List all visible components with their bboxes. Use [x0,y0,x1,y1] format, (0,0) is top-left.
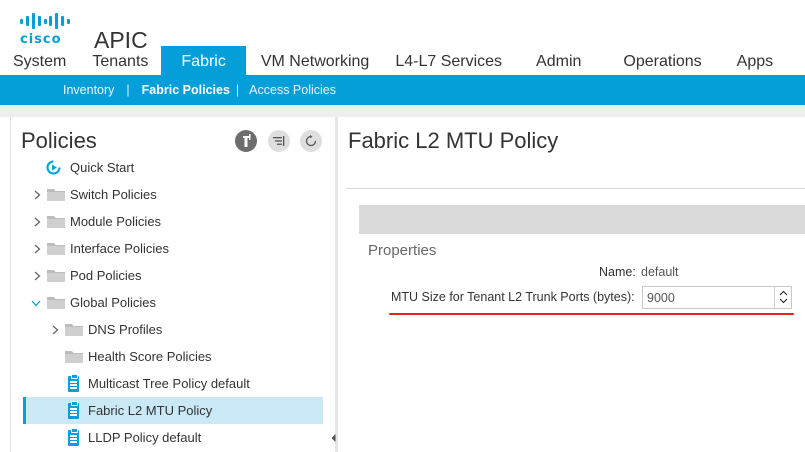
cisco-logo-bars [20,11,70,31]
main-nav: System Tenants Fabric VM Networking L4-L… [0,46,787,75]
tree-item-label: Interface Policies [70,241,169,256]
app-header: cisco APIC System Tenants Fabric VM Netw… [0,0,805,75]
mtu-size-stepper[interactable] [774,287,791,308]
title-divider [346,188,805,189]
properties-heading: Properties [368,242,437,259]
properties-toolbar [359,205,805,234]
chevron-down-icon[interactable] [779,298,788,306]
policies-navigation-panel: Policies Quick Start Switch Policies Mod… [10,117,335,452]
chevron-right-icon[interactable] [32,190,42,200]
mtu-size-label: MTU Size for Tenant L2 Trunk Ports (byte… [391,290,635,304]
tree-item-label: LLDP Policy default [88,430,202,445]
selection-indicator [23,397,26,424]
tree-item-lldp-policy[interactable]: LLDP Policy default [11,424,321,451]
subnav-separator: | [235,83,240,97]
panel-divider[interactable] [335,117,338,452]
tree-item-label: Pod Policies [70,268,142,283]
tree-item-dns-profiles[interactable]: DNS Profiles [11,316,321,343]
tree-item-switch-policies[interactable]: Switch Policies [11,181,321,208]
chevron-right-icon[interactable] [32,271,42,281]
nav-tab-vm-networking[interactable]: VM Networking [246,46,382,75]
folder-icon [47,297,65,309]
folder-icon [47,243,65,255]
refresh-icon[interactable] [300,130,322,152]
nav-tab-operations[interactable]: Operations [602,46,722,75]
tree-item-label: Fabric L2 MTU Policy [88,403,213,418]
folder-icon [47,216,65,228]
subnav-inventory[interactable]: Inventory [63,83,114,97]
highlight-underline [389,313,794,315]
chevron-right-icon[interactable] [50,325,60,335]
sub-nav: Inventory | Fabric Policies | Access Pol… [0,75,805,105]
folder-icon [65,324,83,336]
tree-item-quick-start[interactable]: Quick Start [11,154,321,181]
nav-tab-tenants[interactable]: Tenants [79,46,161,75]
chevron-up-icon[interactable] [779,290,788,298]
name-value: default [641,265,679,279]
subnav-access-policies[interactable]: Access Policies [249,83,336,97]
tree-item-label: Multicast Tree Policy default [88,376,250,391]
tree-item-interface-policies[interactable]: Interface Policies [11,235,321,262]
panel-title: Policies [21,128,97,153]
page-title: Fabric L2 MTU Policy [348,128,559,153]
collapse-panel-icon[interactable] [331,434,336,442]
folder-icon [47,189,65,201]
tree-item-label: Module Policies [70,214,162,229]
tree-item-health-score-policies[interactable]: Health Score Policies [11,343,321,370]
cisco-logo[interactable]: cisco [20,11,74,47]
nav-tab-system[interactable]: System [0,46,79,75]
name-label: Name: [599,265,636,279]
tree-item-global-policies[interactable]: Global Policies [11,289,321,316]
nav-tab-l4-l7-services[interactable]: L4-L7 Services [382,46,515,75]
tree-item-module-policies[interactable]: Module Policies [11,208,321,235]
subnav-fabric-policies[interactable]: Fabric Policies [142,83,230,97]
policy-doc-icon [68,428,79,446]
nav-tab-admin[interactable]: Admin [515,46,602,75]
tree-item-label: Quick Start [70,160,135,175]
tree-item-label: Global Policies [70,295,156,310]
chevron-right-icon[interactable] [32,244,42,254]
nav-tab-apps[interactable]: Apps [723,46,787,75]
tree-item-label: Switch Policies [70,187,157,202]
nav-tab-fabric[interactable]: Fabric [161,46,246,75]
quick-start-icon [46,160,61,175]
cisco-logo-text: cisco [20,32,62,47]
policy-doc-icon [68,374,79,392]
tree-item-pod-policies[interactable]: Pod Policies [11,262,321,289]
folder-icon [47,270,65,282]
tree-item-multicast-tree-policy[interactable]: Multicast Tree Policy default [11,370,321,397]
subnav-separator: | [126,83,130,97]
mtu-size-input[interactable] [642,286,792,309]
tree-item-label: DNS Profiles [88,322,163,337]
chevron-right-icon[interactable] [32,217,42,227]
tree-item-fabric-l2-mtu-policy[interactable]: Fabric L2 MTU Policy [23,397,323,424]
policy-doc-icon [68,401,79,419]
chevron-down-icon[interactable] [31,298,41,308]
filter-list-icon[interactable] [268,130,290,152]
folder-icon [65,351,83,363]
info-icon[interactable] [235,130,257,152]
content-top-band [0,105,805,117]
tree-item-label: Health Score Policies [88,349,212,364]
